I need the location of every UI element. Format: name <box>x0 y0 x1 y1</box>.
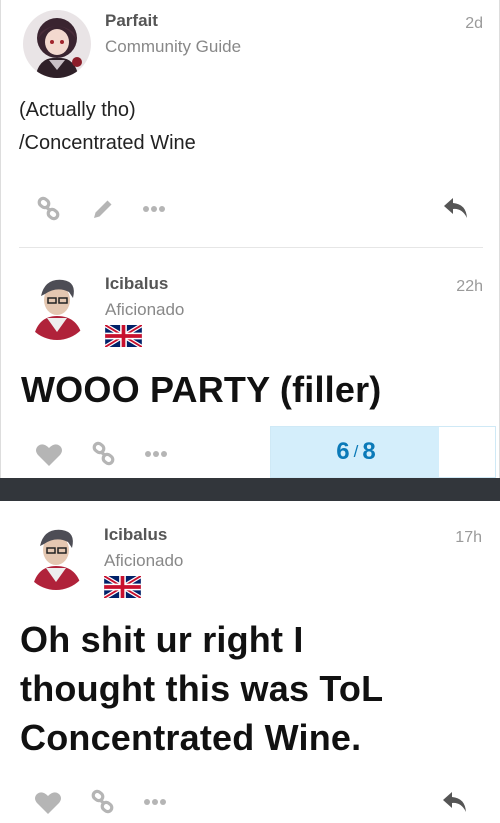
reply-icon[interactable] <box>440 787 470 817</box>
topic-panel-upper: Parfait Community Guide 2d (Actually tho… <box>0 0 500 478</box>
progress-current: 6 <box>336 438 350 465</box>
post-date[interactable]: 22h <box>456 278 483 296</box>
like-icon[interactable] <box>33 787 63 817</box>
avatar[interactable] <box>22 522 90 590</box>
post-divider <box>19 247 483 248</box>
progress-label: 6 / 8 <box>271 427 441 477</box>
user-title: Aficionado <box>104 551 184 570</box>
username[interactable]: Parfait <box>105 11 158 31</box>
screenshot-gap <box>0 478 500 501</box>
post-date[interactable]: 2d <box>465 15 483 33</box>
post-icibalus-2: Icibalus Aficionado 17h Oh shit ur right… <box>0 501 500 823</box>
avatar[interactable] <box>23 10 91 78</box>
avatar[interactable] <box>23 272 91 340</box>
uk-flag-icon <box>104 323 143 349</box>
post-parfait: Parfait Community Guide 2d (Actually tho… <box>1 0 500 250</box>
topic-panel-lower: Icibalus Aficionado 17h Oh shit ur right… <box>0 501 500 823</box>
post-body-line: (Actually tho) <box>19 99 136 121</box>
post-body-line: WOOO PARTY (filler) <box>21 369 382 410</box>
more-icon[interactable] <box>141 439 171 469</box>
post-body-line: Oh shit ur right I <box>20 619 304 660</box>
post-body-line: thought this was ToL <box>20 668 384 709</box>
link-icon[interactable] <box>89 439 119 469</box>
username[interactable]: Icibalus <box>104 525 167 545</box>
edit-icon[interactable] <box>88 194 118 224</box>
more-icon[interactable] <box>140 787 170 817</box>
like-icon[interactable] <box>34 439 64 469</box>
post-body-line: /Concentrated Wine <box>19 132 196 154</box>
progress-separator: / <box>353 442 359 461</box>
link-icon[interactable] <box>88 787 118 817</box>
progress-total: 8 <box>362 438 376 465</box>
reply-icon[interactable] <box>441 193 471 223</box>
username[interactable]: Icibalus <box>105 274 168 294</box>
user-title: Aficionado <box>105 300 185 319</box>
post-body-line: Concentrated Wine. <box>20 717 362 758</box>
post-date[interactable]: 17h <box>455 529 482 547</box>
uk-flag-icon <box>103 574 142 600</box>
link-icon[interactable] <box>34 194 64 224</box>
user-title: Community Guide <box>105 37 242 56</box>
topic-progress[interactable]: 6 / 8 <box>270 426 496 478</box>
more-icon[interactable] <box>139 194 169 224</box>
